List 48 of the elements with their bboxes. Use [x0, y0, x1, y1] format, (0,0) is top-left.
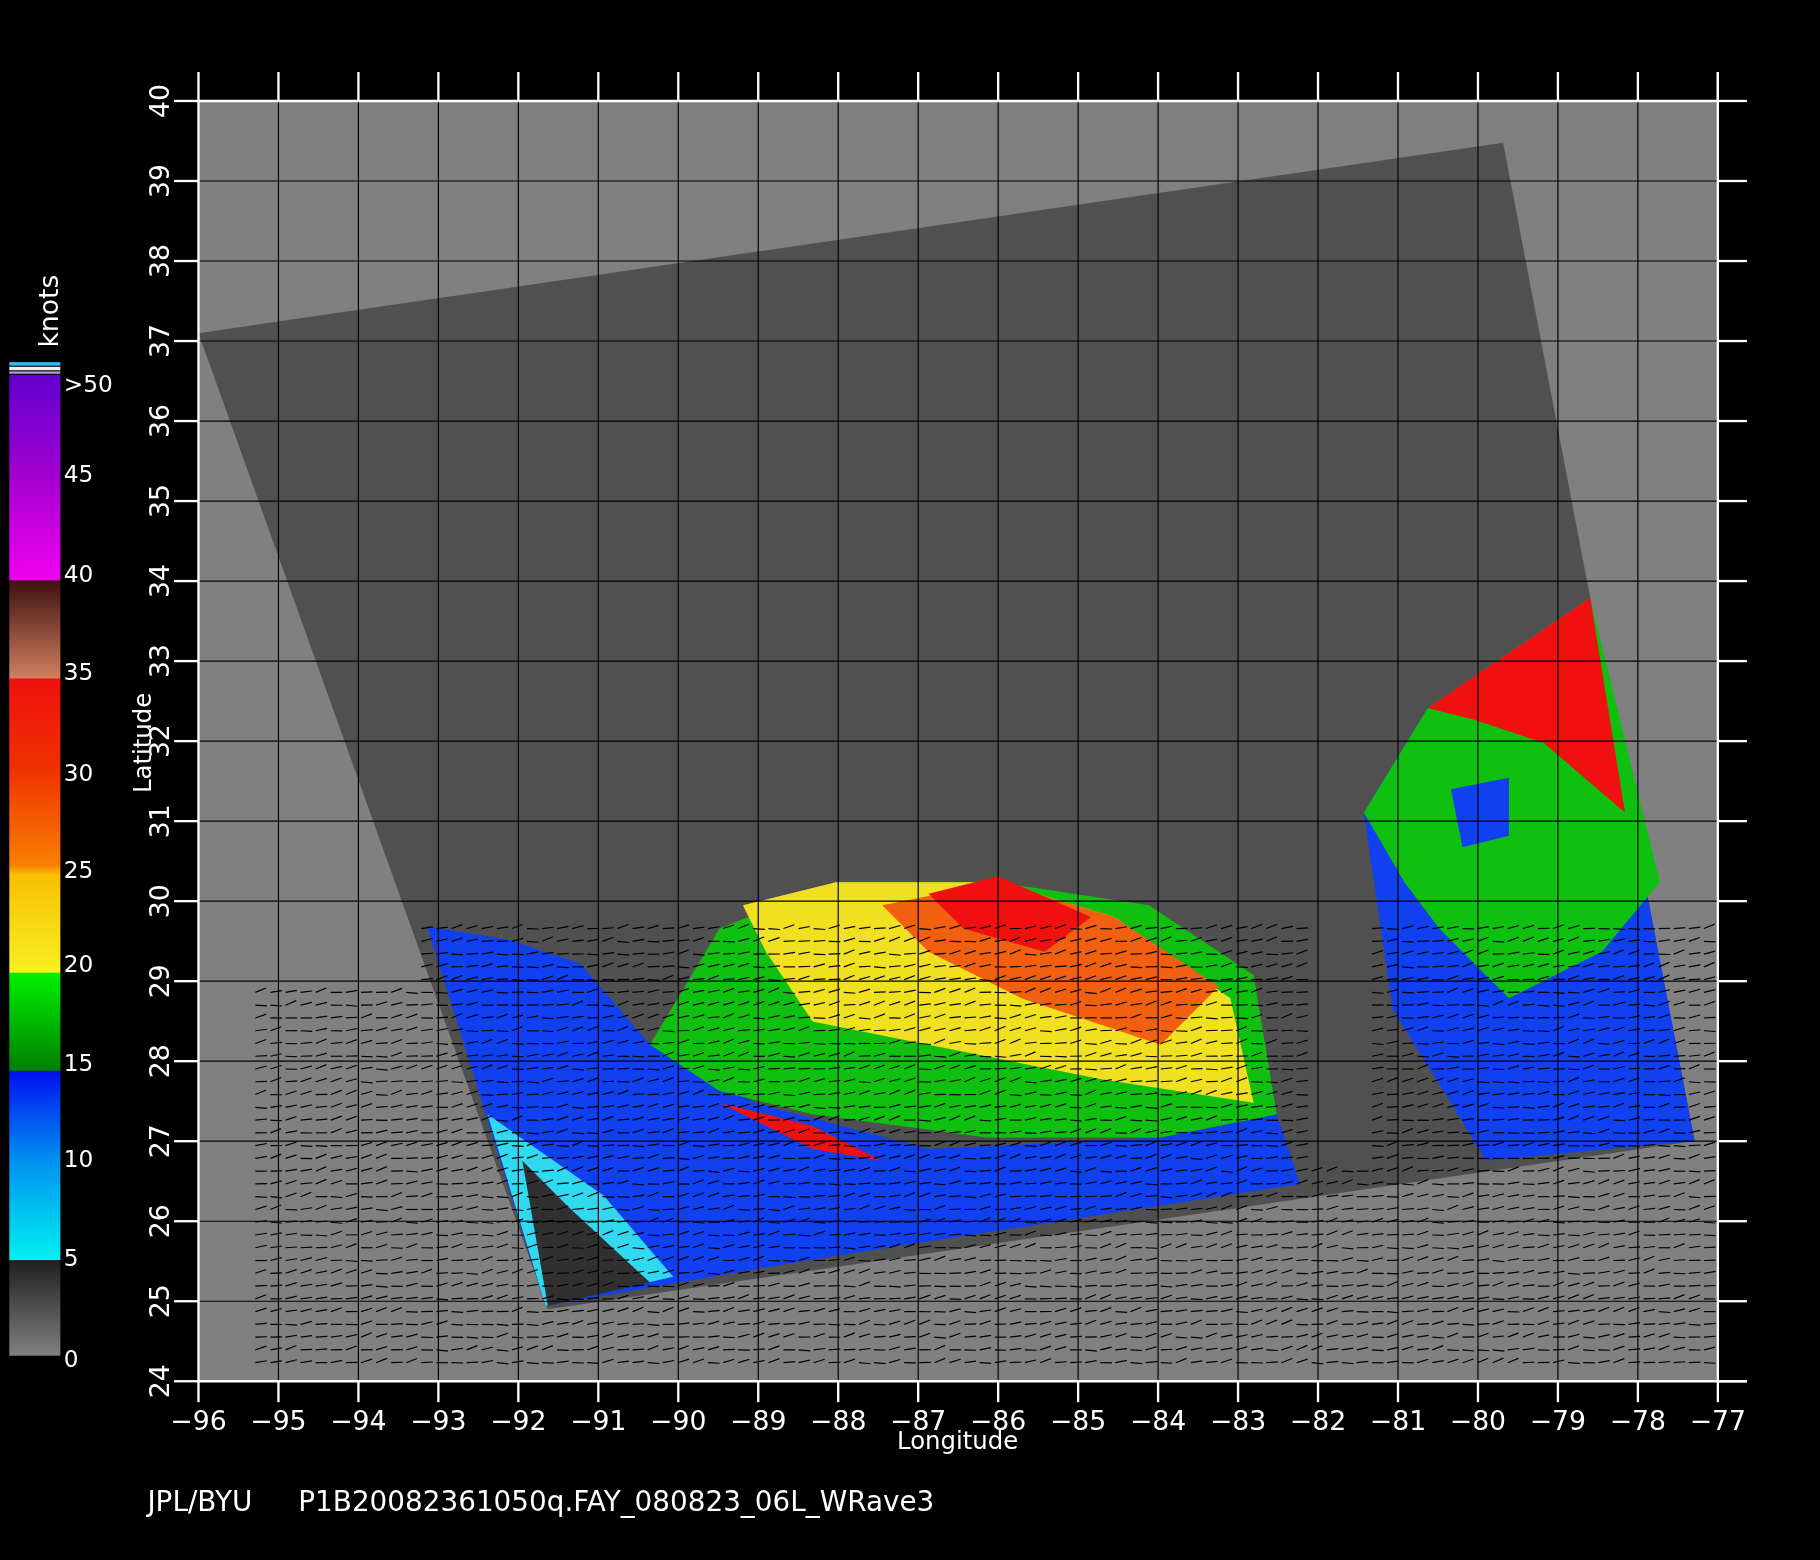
y-tick-label: 29: [144, 964, 176, 999]
x-tick-label: −81: [1369, 1405, 1427, 1436]
x-tick-label: −95: [250, 1405, 307, 1436]
x-tick-label: −79: [1529, 1405, 1587, 1436]
x-tick-label: −78: [1609, 1405, 1667, 1436]
x-tick-label: −77: [1689, 1405, 1746, 1436]
colorbar-label: 0: [63, 1345, 79, 1373]
x-tick-label: −92: [490, 1405, 547, 1436]
x-tick-label: −82: [1289, 1405, 1347, 1436]
x-tick-label: −88: [810, 1405, 867, 1436]
y-tick-label: 30: [144, 884, 176, 919]
y-tick-label: 35: [144, 484, 176, 519]
colorbar-label: 30: [63, 759, 94, 787]
caption-file: P1B20082361050q.FAY_080823_06L_WRave3: [298, 1485, 935, 1519]
y-tick-label: 33: [144, 644, 176, 679]
colorbar-title: knots: [33, 274, 65, 348]
y-tick-label: 27: [144, 1124, 176, 1159]
x-tick-label: −96: [170, 1405, 227, 1436]
x-tick-label: −84: [1129, 1405, 1187, 1436]
colorbar-label: 25: [63, 855, 94, 883]
x-tick-label: −85: [1049, 1405, 1107, 1436]
x-tick-label: −91: [570, 1405, 627, 1436]
colorbar-label: 5: [63, 1244, 79, 1272]
colorbar-label: >50: [63, 370, 113, 398]
colorbar-label: 10: [63, 1144, 94, 1172]
colorbar-label: 45: [63, 459, 94, 487]
y-tick-label: 34: [144, 564, 176, 599]
y-tick-label: 26: [144, 1204, 176, 1239]
y-tick-label: 36: [144, 404, 176, 439]
y-tick-label: 25: [144, 1284, 176, 1319]
x-tick-label: −83: [1209, 1405, 1267, 1436]
x-tick-label: −94: [330, 1405, 387, 1436]
y-tick-label: 38: [144, 244, 176, 278]
y-tick-label: 40: [144, 84, 176, 118]
y-tick-label: 24: [144, 1364, 176, 1399]
x-tick-label: −89: [730, 1405, 787, 1436]
x-tick-label: −80: [1449, 1405, 1507, 1436]
y-tick-label: 37: [144, 324, 176, 358]
y-tick-label: 39: [144, 164, 176, 198]
x-tick-label: −90: [650, 1405, 707, 1436]
caption-source: JPL/BYU: [147, 1485, 253, 1519]
colorbar-label: 20: [63, 949, 94, 977]
colorbar-label: 40: [63, 559, 94, 587]
y-tick-label: 28: [144, 1044, 176, 1079]
y-tick-label: 31: [144, 804, 176, 839]
colorbar-label: 35: [63, 658, 94, 686]
colorbar-label: 15: [63, 1049, 94, 1077]
x-tick-label: −93: [410, 1405, 467, 1436]
